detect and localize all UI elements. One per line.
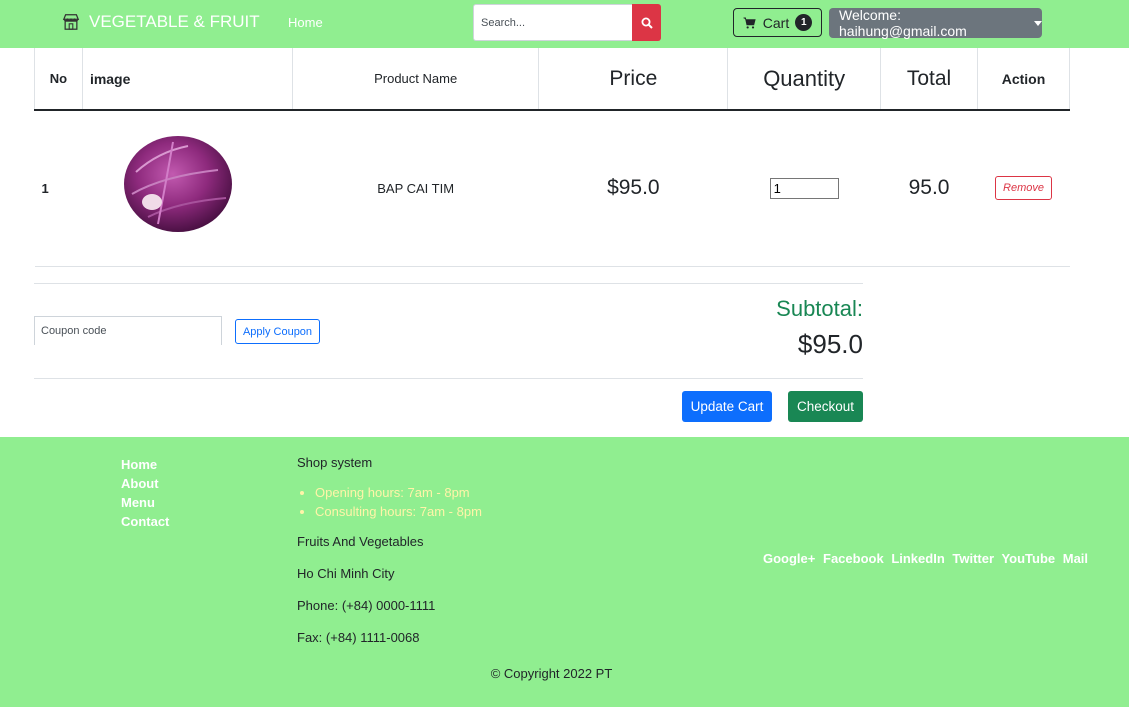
product-image-cell — [82, 110, 293, 267]
social-google-plus[interactable]: Google+ — [763, 551, 815, 566]
footer-link-contact[interactable]: Contact — [121, 512, 169, 531]
header-no: No — [34, 48, 83, 111]
footer: Home About Menu Contact Shop system Open… — [0, 437, 1129, 707]
cart-icon — [743, 16, 756, 29]
shop-fax: Fax: (+84) 1111-0068 — [297, 630, 420, 645]
product-name: BAP CAI TIM — [292, 110, 539, 267]
store-icon — [62, 14, 80, 30]
header-total: Total — [880, 48, 978, 111]
row-no: 1 — [34, 110, 83, 267]
quantity-cell — [727, 110, 881, 267]
action-cell: Remove — [977, 110, 1070, 267]
shop-city: Ho Chi Minh City — [297, 566, 395, 581]
apply-coupon-button[interactable]: Apply Coupon — [235, 319, 320, 344]
coupon-code-input[interactable] — [34, 316, 222, 345]
search-button[interactable] — [632, 4, 661, 41]
social-youtube[interactable]: YouTube — [1001, 551, 1055, 566]
divider — [34, 378, 863, 379]
footer-link-home[interactable]: Home — [121, 455, 169, 474]
footer-links: Home About Menu Contact — [121, 455, 169, 531]
subtotal-label: Subtotal: — [776, 296, 863, 321]
cart-count-badge: 1 — [795, 14, 813, 31]
cart-button[interactable]: Cart 1 — [733, 8, 822, 37]
update-cart-button[interactable]: Update Cart — [682, 391, 772, 422]
checkout-button[interactable]: Checkout — [788, 391, 863, 422]
product-price: $95.0 — [538, 110, 728, 267]
header-price: Price — [538, 48, 729, 111]
user-menu-button[interactable]: Welcome: haihung@gmail.com — [829, 7, 1042, 39]
quantity-input[interactable] — [769, 177, 839, 199]
navbar: VEGETABLE & FRUIT Home Cart 1 Welcome: h… — [0, 0, 1129, 48]
caret-down-icon — [1034, 20, 1042, 26]
divider — [34, 283, 863, 284]
consulting-hours: Consulting hours: 7am - 8pm — [315, 502, 482, 521]
product-total: 95.0 — [880, 110, 978, 267]
shop-info: Shop system Opening hours: 7am - 8pm Con… — [297, 455, 482, 662]
hours-list: Opening hours: 7am - 8pm Consulting hour… — [297, 483, 482, 521]
product-image — [124, 136, 233, 233]
shop-phone: Phone: (+84) 0000-1111 — [297, 598, 436, 613]
cart-table: No image Product Name Price Quantity Tot… — [34, 48, 1070, 267]
table-row: 1 BAP CAI TIM $95.0 1 95.0 Remove — [34, 110, 1070, 267]
shop-title: Shop system — [297, 455, 373, 470]
brand[interactable]: VEGETABLE & FRUIT — [62, 12, 260, 32]
nav-home-link[interactable]: Home — [288, 15, 323, 30]
social-mail[interactable]: Mail — [1063, 551, 1088, 566]
header-product-name: Product Name — [291, 48, 540, 111]
header-action: Action — [977, 48, 1070, 111]
search-form — [473, 4, 661, 42]
shop-category: Fruits And Vegetables — [297, 534, 424, 549]
social-links: Google+ Facebook LinkedIn Twitter YouTub… — [763, 551, 1092, 566]
search-icon — [641, 17, 653, 29]
table-header-row: No image Product Name Price Quantity Tot… — [34, 48, 1070, 111]
subtotal-value: $95.0 — [797, 329, 863, 359]
user-welcome-label: Welcome: haihung@gmail.com — [839, 7, 967, 39]
cart-label: Cart — [762, 14, 790, 31]
remove-button[interactable]: Remove — [995, 176, 1052, 201]
brand-name: VEGETABLE & FRUIT — [89, 12, 260, 31]
header-image: image — [81, 48, 293, 111]
social-linkedin[interactable]: LinkedIn — [891, 551, 944, 566]
social-facebook[interactable]: Facebook — [823, 551, 884, 566]
copyright: © Copyright 2022 PT — [490, 666, 613, 681]
footer-link-about[interactable]: About — [121, 474, 169, 493]
footer-link-menu[interactable]: Menu — [121, 493, 169, 512]
header-quantity: Quantity — [727, 48, 882, 111]
search-input[interactable] — [473, 4, 632, 41]
opening-hours: Opening hours: 7am - 8pm — [315, 483, 482, 502]
social-twitter[interactable]: Twitter — [952, 551, 994, 566]
